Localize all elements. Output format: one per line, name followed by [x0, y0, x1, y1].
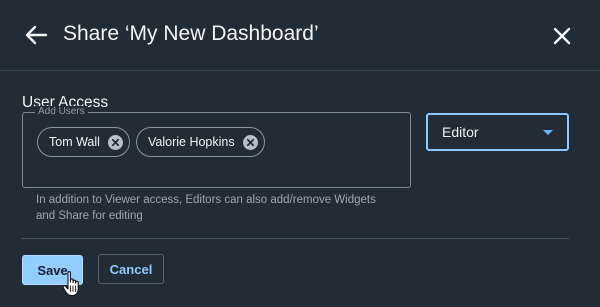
remove-circle-icon[interactable] — [242, 134, 258, 150]
user-chip-valorie-hopkins: Valorie Hopkins — [136, 127, 265, 157]
arrow-left-icon — [25, 25, 48, 45]
close-button[interactable] — [548, 22, 576, 50]
back-button[interactable] — [22, 21, 50, 49]
chip-label: Tom Wall — [49, 135, 100, 149]
user-chip-tom-wall: Tom Wall — [37, 127, 130, 157]
caret-down-icon — [543, 130, 553, 135]
remove-circle-icon[interactable] — [107, 134, 123, 150]
divider — [22, 238, 569, 239]
close-icon — [553, 27, 571, 45]
role-select[interactable]: Editor — [426, 113, 569, 151]
cancel-button[interactable]: Cancel — [98, 254, 164, 284]
role-select-value: Editor — [442, 124, 479, 140]
role-helper-text: In addition to Viewer access, Editors ca… — [36, 194, 376, 222]
dialog-header: Share ‘My New Dashboard’ — [0, 0, 600, 71]
add-users-label: Add Users — [35, 106, 88, 118]
add-users-field[interactable]: Add Users Tom Wall Valorie Hopkins — [22, 106, 411, 188]
dialog-title: Share ‘My New Dashboard’ — [63, 22, 319, 45]
save-button[interactable]: Save — [22, 255, 83, 285]
chip-label: Valorie Hopkins — [148, 135, 235, 149]
